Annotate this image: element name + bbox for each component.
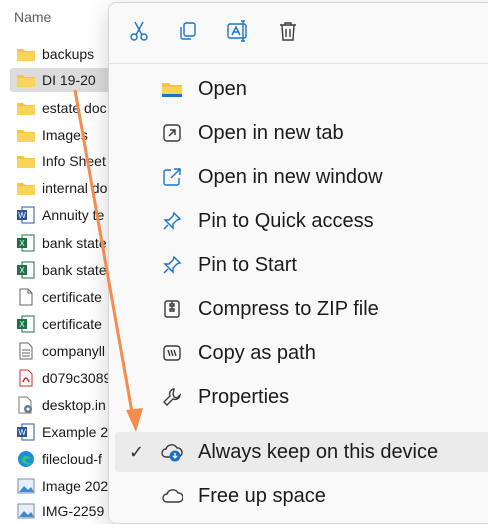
folder-icon: [16, 179, 36, 197]
menu-item-pin-start[interactable]: Pin to Start: [119, 245, 488, 285]
word-icon: W: [16, 423, 36, 441]
menu-item-open[interactable]: Open: [119, 69, 488, 109]
image-icon: [16, 477, 36, 495]
menu-item-copy-as-path[interactable]: Copy as path: [119, 333, 488, 373]
file-name: Example 2: [42, 424, 109, 440]
file-name: desktop.in: [42, 397, 106, 413]
file-name: companyll: [42, 343, 106, 359]
file-name: DI 19-20: [42, 72, 96, 88]
settings-file-icon: [16, 396, 36, 414]
rename-icon: [226, 19, 250, 48]
cut-button[interactable]: [123, 17, 155, 49]
menu-item-label: Free up space: [198, 484, 326, 507]
new-window-icon: [159, 164, 185, 190]
folder-icon: [16, 152, 36, 170]
trash-icon: [277, 20, 299, 47]
excel-icon: X: [16, 234, 36, 252]
menu-item-open-new-window[interactable]: Open in new window: [119, 157, 488, 197]
menu-item-label: Compress to ZIP file: [198, 297, 379, 320]
folder-icon: [159, 76, 185, 102]
file-name: certificate: [42, 316, 102, 332]
svg-text:W: W: [18, 428, 26, 437]
scissors-icon: [128, 20, 150, 47]
context-menu-toolbar: [109, 3, 488, 63]
menu-divider: [109, 63, 488, 64]
file-name: IMG-2259: [42, 503, 105, 519]
svg-text:X: X: [19, 320, 25, 329]
svg-text:W: W: [18, 211, 26, 220]
file-name: estate doc: [42, 100, 107, 116]
file-name: Info Sheet: [42, 153, 106, 169]
text-file-icon: [16, 342, 36, 360]
edge-icon: [16, 450, 36, 468]
folder-icon: [16, 45, 36, 63]
menu-item-always-keep[interactable]: ✓ Always keep on this device: [115, 432, 488, 472]
image-icon: [16, 502, 36, 520]
folder-icon: [16, 126, 36, 144]
checkmark-icon: ✓: [129, 441, 145, 462]
menu-item-pin-quick-access[interactable]: Pin to Quick access: [119, 201, 488, 241]
svg-text:X: X: [19, 266, 25, 275]
menu-item-label: Pin to Quick access: [198, 209, 374, 232]
file-name: d079c3089: [42, 370, 112, 386]
file-name: Images: [42, 127, 88, 143]
menu-item-open-new-tab[interactable]: Open in new tab: [119, 113, 488, 153]
rename-button[interactable]: [222, 17, 254, 49]
menu-item-compress-zip[interactable]: Compress to ZIP file: [119, 289, 488, 329]
context-menu: Open Open in new tab Open in new window …: [108, 2, 488, 524]
copy-icon: [177, 20, 199, 47]
folder-icon: [16, 71, 36, 89]
cloud-download-icon: [159, 439, 185, 465]
menu-item-free-up-space[interactable]: Free up space: [119, 476, 488, 516]
file-name: backups: [42, 46, 95, 62]
svg-text:X: X: [19, 239, 25, 248]
copy-path-icon: [159, 340, 185, 366]
file-icon: [16, 288, 36, 306]
pdf-icon: [16, 369, 36, 387]
zip-icon: [159, 296, 185, 322]
delete-button[interactable]: [272, 17, 304, 49]
menu-item-label: Pin to Start: [198, 253, 297, 276]
folder-icon: [16, 99, 36, 117]
pin-icon: [159, 252, 185, 278]
file-name: bank state: [42, 235, 107, 251]
file-name: Image 202: [42, 478, 109, 494]
wrench-icon: [159, 384, 185, 410]
file-name: internal do: [42, 180, 108, 196]
copy-button[interactable]: [172, 17, 204, 49]
menu-item-label: Properties: [198, 385, 290, 408]
menu-item-label: Open in new window: [198, 165, 383, 188]
file-name: filecloud-f: [42, 451, 102, 467]
menu-item-properties[interactable]: Properties: [119, 377, 488, 417]
file-name: certificate: [42, 289, 102, 305]
file-name: Annuity te: [42, 207, 105, 223]
menu-item-label: Always keep on this device: [198, 440, 439, 463]
menu-item-label: Copy as path: [198, 341, 316, 364]
pin-icon: [159, 208, 185, 234]
menu-item-label: Open in new tab: [198, 121, 344, 144]
excel-icon: X: [16, 261, 36, 279]
word-icon: W: [16, 206, 36, 224]
name-column-header[interactable]: Name: [14, 9, 51, 25]
cloud-icon: [159, 483, 185, 509]
menu-item-label: Open: [198, 77, 247, 100]
file-name: bank state: [42, 262, 107, 278]
excel-icon: X: [16, 315, 36, 333]
new-tab-icon: [159, 120, 185, 146]
